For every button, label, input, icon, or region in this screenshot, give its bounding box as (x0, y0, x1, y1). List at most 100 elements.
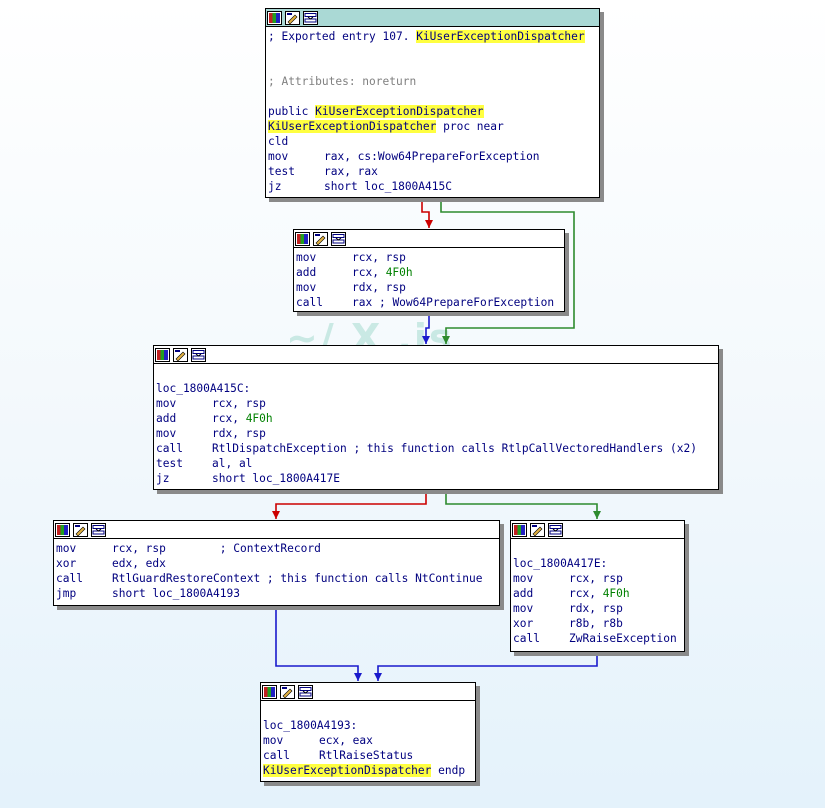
rename-node-icon[interactable] (173, 347, 188, 362)
code-line[interactable]: loc_1800A415C: (156, 381, 718, 396)
code-line[interactable]: test rax, rax (268, 164, 599, 179)
group-nodes-icon[interactable] (191, 347, 206, 362)
node-header (294, 230, 564, 248)
edge-raise-to-status-arrowhead (374, 673, 382, 681)
node-header (511, 521, 684, 539)
node-entry[interactable]: ; Exported entry 107. KiUserExceptionDis… (265, 8, 600, 198)
code-line[interactable]: mov rdx, rsp (156, 426, 718, 441)
node-wow64-prepare[interactable]: mov rcx, rsp add rcx, 4F0h mov rdx, rsp call ra… (293, 229, 565, 312)
color-palette-icon[interactable] (295, 231, 310, 246)
code-line[interactable]: public KiUserExceptionDispatcher (268, 104, 599, 119)
code-line[interactable]: loc_1800A417E: (513, 556, 684, 571)
keyword: public (268, 105, 316, 118)
keyword: endp (431, 764, 466, 777)
code-line[interactable]: mov rdx, rsp (513, 601, 684, 616)
operand: rax, rax (324, 165, 378, 178)
code-line[interactable]: KiUserExceptionDispatcher proc near (268, 119, 599, 134)
mnemonic: mov (156, 397, 177, 410)
mnemonic: mov (513, 572, 534, 585)
rename-node-icon[interactable] (530, 522, 545, 537)
code-line[interactable]: ; Attributes: noreturn (268, 74, 599, 89)
operand: rcx, rsp (112, 542, 166, 555)
edge-raise-to-status (377, 652, 598, 681)
operand: short loc_1800A417E (212, 472, 340, 485)
symbol-reference: RtlGuardRestoreContext (112, 572, 261, 585)
code-line[interactable]: mov rax, cs:Wow64PrepareForException (268, 149, 599, 164)
edge-restore-to-status-arrowhead (354, 673, 362, 681)
color-palette-icon[interactable] (155, 347, 170, 362)
code-line[interactable]: call ZwRaiseException (513, 631, 684, 646)
code-label: loc_1800A415C: (156, 382, 251, 395)
group-nodes-icon[interactable] (303, 10, 318, 25)
code-line[interactable]: mov rcx, rsp (296, 250, 564, 265)
code-line[interactable]: add rcx, 4F0h (513, 586, 684, 601)
code-line[interactable]: ; Exported entry 107. KiUserExceptionDis… (268, 29, 599, 44)
symbol-reference: RtlDispatchException (212, 442, 347, 455)
color-palette-icon[interactable] (267, 10, 282, 25)
edge-restore-to-status (275, 606, 359, 681)
code-line[interactable]: mov rcx, rsp (513, 571, 684, 586)
code-line[interactable]: mov rcx, rsp ; ContextRecord (56, 541, 499, 556)
code-line[interactable]: jmp short loc_1800A4193 (56, 586, 499, 601)
code-line[interactable] (268, 89, 599, 104)
code-line[interactable] (268, 59, 599, 74)
code-line[interactable] (263, 703, 475, 718)
group-nodes-icon[interactable] (91, 522, 106, 537)
group-nodes-icon[interactable] (331, 231, 346, 246)
mnemonic: mov (268, 150, 289, 163)
node-guard-restore-context[interactable]: mov rcx, rsp ; ContextRecord xor edx, edx ca… (53, 520, 500, 606)
mnemonic: jmp (56, 587, 77, 600)
code-line[interactable]: add rcx, 4F0h (156, 411, 718, 426)
mnemonic: mov (513, 602, 534, 615)
code-line[interactable]: cld (268, 134, 599, 149)
comment-text: ; ContextRecord (165, 542, 321, 555)
code-line[interactable]: xor r8b, r8b (513, 616, 684, 631)
code-line[interactable]: call rax ; Wow64PrepareForException (296, 295, 564, 310)
node-header (266, 9, 599, 27)
node-raise-status[interactable]: loc_1800A4193: mov ecx, eax call RtlRaiseSta… (260, 682, 476, 782)
immediate-value: 4F0h (602, 587, 630, 600)
code-line[interactable] (513, 541, 684, 556)
operand: rax (352, 296, 373, 309)
color-palette-icon[interactable] (512, 522, 527, 537)
keyword: proc near (436, 120, 504, 133)
color-palette-icon[interactable] (262, 684, 277, 699)
group-nodes-icon[interactable] (298, 684, 313, 699)
mnemonic: mov (263, 734, 284, 747)
code-line[interactable]: call RtlDispatchException ; this function… (156, 441, 718, 456)
mnemonic: add (156, 412, 177, 425)
group-nodes-icon[interactable] (548, 522, 563, 537)
code-line[interactable] (268, 44, 599, 59)
code-line[interactable]: call RtlRaiseStatus (263, 748, 475, 763)
code-line[interactable]: test al, al (156, 456, 718, 471)
node-raise-exception[interactable]: loc_1800A417E: mov rcx, rsp add rcx, 4F0h mov… (510, 520, 685, 652)
code-line[interactable]: KiUserExceptionDispatcher endp (263, 763, 475, 778)
node-dispatch-exception[interactable]: loc_1800A415C: mov rcx, rsp add rcx, 4F0h mov… (153, 345, 719, 490)
symbol-reference: Wow64PrepareForException (377, 150, 540, 163)
mnemonic: call (156, 442, 183, 455)
color-palette-icon[interactable] (55, 522, 70, 537)
code-line[interactable]: call RtlGuardRestoreContext ; this functi… (56, 571, 499, 586)
rename-node-icon[interactable] (73, 522, 88, 537)
edge-true-to-prepare-arrowhead (425, 220, 433, 228)
code-line[interactable]: jz short loc_1800A415C (268, 179, 599, 194)
code-line[interactable]: loc_1800A4193: (263, 718, 475, 733)
operand: ecx, eax (319, 734, 373, 747)
mnemonic: jz (156, 472, 170, 485)
rename-node-icon[interactable] (280, 684, 295, 699)
code-line[interactable]: mov rdx, rsp (296, 280, 564, 295)
mnemonic: xor (56, 557, 77, 570)
code-line[interactable]: jz short loc_1800A417E (156, 471, 718, 486)
node-header (54, 521, 499, 539)
code-line[interactable]: add rcx, 4F0h (296, 265, 564, 280)
graph-view[interactable]: ~/ X .is ; Exported entry 107. KiUserExc… (0, 0, 825, 808)
code-label: loc_1800A417E: (513, 557, 608, 570)
rename-node-icon[interactable] (313, 231, 328, 246)
node-header (154, 346, 718, 364)
code-line[interactable] (156, 366, 718, 381)
rename-node-icon[interactable] (285, 10, 300, 25)
code-line[interactable]: mov ecx, eax (263, 733, 475, 748)
code-line[interactable]: mov rcx, rsp (156, 396, 718, 411)
mnemonic: test (156, 457, 183, 470)
code-line[interactable]: xor edx, edx (56, 556, 499, 571)
